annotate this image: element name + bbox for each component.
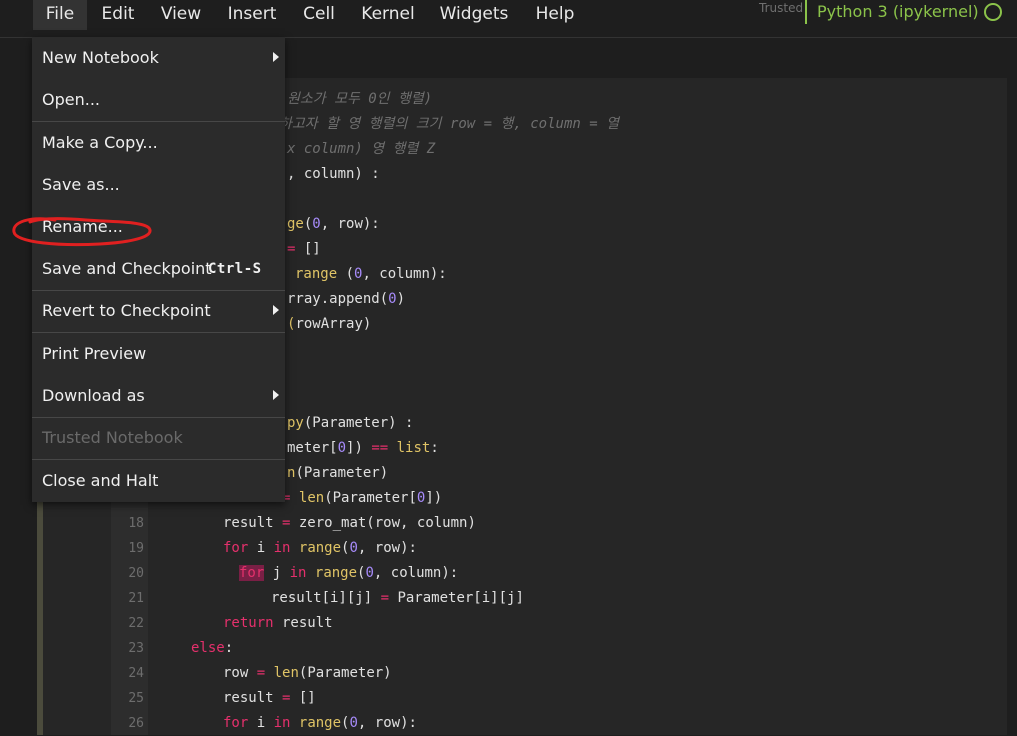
kernel-separator xyxy=(805,0,807,24)
code-line: 24 row = len(Parameter) xyxy=(128,665,392,681)
code-line: 23 else: xyxy=(128,640,234,656)
kernel-status-icon xyxy=(984,3,1002,21)
menu-item-print-preview[interactable]: Print Preview xyxy=(32,333,285,375)
menu-item-make-copy[interactable]: Make a Copy... xyxy=(32,122,285,164)
menu-item-trusted-notebook: Trusted Notebook xyxy=(42,428,183,447)
submenu-arrow-icon xyxy=(273,390,279,400)
menu-item-new-notebook[interactable]: New Notebook xyxy=(32,37,285,79)
menu-kernel[interactable]: Kernel xyxy=(357,0,419,30)
menu-insert[interactable]: Insert xyxy=(223,0,281,30)
code-line: 21 result[i][j] = Parameter[i][j] xyxy=(128,590,524,606)
shortcut-label: Ctrl-S xyxy=(208,261,262,277)
code-line: 18 result = zero_mat(row, column) xyxy=(128,515,476,531)
menu-widgets[interactable]: Widgets xyxy=(434,0,514,30)
code-line: 26 for i in range(0, row): xyxy=(128,715,417,731)
menu-file[interactable]: File xyxy=(33,0,87,30)
code-line: 19 for i in range(0, row): xyxy=(128,540,417,556)
code-line: 25 result = [] xyxy=(128,690,316,706)
menu-edit[interactable]: Edit xyxy=(95,0,141,30)
submenu-arrow-icon xyxy=(273,52,279,62)
menubar: File Edit View Insert Cell Kernel Widget… xyxy=(0,0,1017,38)
kernel-name[interactable]: Python 3 (ipykernel) xyxy=(817,2,979,21)
code-line: 22 return result xyxy=(128,615,333,631)
submenu-arrow-icon xyxy=(273,305,279,315)
menu-item-save-as[interactable]: Save as... xyxy=(32,164,285,206)
file-menu-dropdown: New Notebook Open... Make a Copy... Save… xyxy=(32,37,285,502)
menu-item-save-checkpoint[interactable]: Save and Checkpoint Ctrl-S xyxy=(32,248,285,290)
menu-item-download-as[interactable]: Download as xyxy=(32,375,285,417)
menu-item-open[interactable]: Open... xyxy=(32,79,285,121)
code-line: 20 for j in range(0, column): xyxy=(128,565,459,581)
menu-cell[interactable]: Cell xyxy=(296,0,342,30)
menu-help[interactable]: Help xyxy=(529,0,581,30)
menu-item-close-halt[interactable]: Close and Halt xyxy=(32,460,285,502)
menu-item-rename[interactable]: Rename... xyxy=(32,206,285,248)
menu-item-revert-checkpoint[interactable]: Revert to Checkpoint xyxy=(32,290,285,332)
menu-view[interactable]: View xyxy=(153,0,209,30)
trusted-indicator[interactable]: Trusted xyxy=(759,1,803,15)
